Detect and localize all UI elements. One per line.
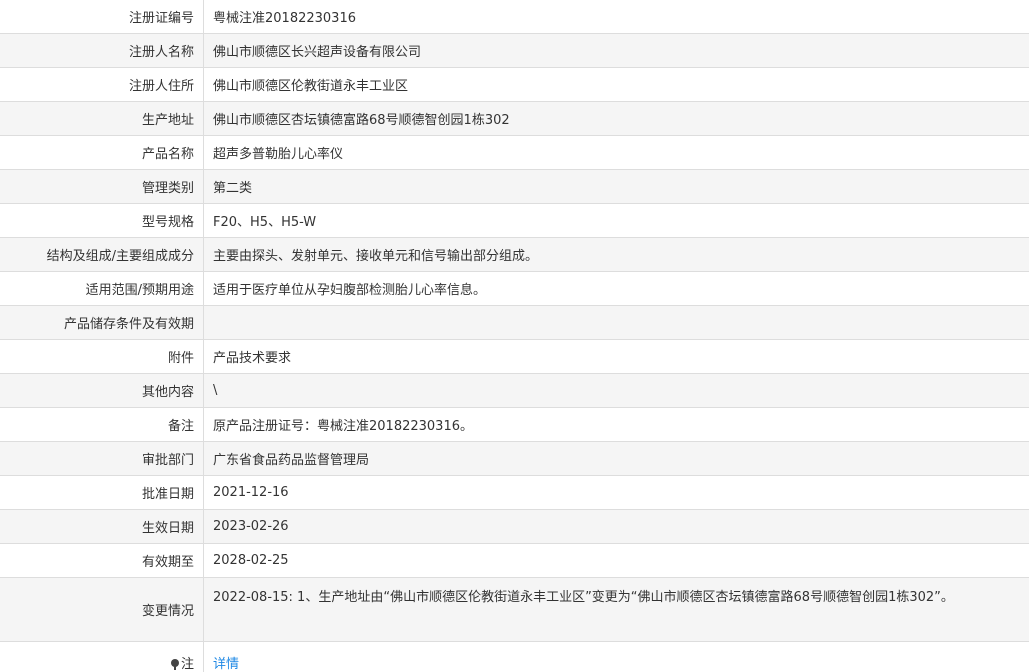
table-row: 备注 原产品注册证号：粤械注准20182230316。 xyxy=(0,408,1029,442)
row-value: 佛山市顺德区长兴超声设备有限公司 xyxy=(204,34,1029,68)
row-value: 2022-08-15: 1、生产地址由“佛山市顺德区伦教街道永丰工业区”变更为“… xyxy=(204,578,1029,642)
row-value: 原产品注册证号：粤械注准20182230316。 xyxy=(204,408,1029,442)
pin-icon xyxy=(171,659,179,667)
details-link[interactable]: 详情 xyxy=(213,657,239,672)
row-label: 其他内容 xyxy=(0,374,204,408)
row-label: 管理类别 xyxy=(0,170,204,204)
note-label: 注 xyxy=(181,657,194,672)
row-value: 广东省食品药品监督管理局 xyxy=(204,442,1029,476)
table-row: 结构及组成/主要组成成分 主要由探头、发射单元、接收单元和信号输出部分组成。 xyxy=(0,238,1029,272)
table-row: 管理类别 第二类 xyxy=(0,170,1029,204)
table-row: 型号规格 F20、H5、H5-W xyxy=(0,204,1029,238)
table-row: 有效期至 2028-02-25 xyxy=(0,544,1029,578)
table-row: 附件 产品技术要求 xyxy=(0,340,1029,374)
row-value: 佛山市顺德区伦教街道永丰工业区 xyxy=(204,68,1029,102)
row-value: F20、H5、H5-W xyxy=(204,204,1029,238)
row-value: 适用于医疗单位从孕妇腹部检测胎儿心率信息。 xyxy=(204,272,1029,306)
table-row: 变更情况 2022-08-15: 1、生产地址由“佛山市顺德区伦教街道永丰工业区… xyxy=(0,578,1029,642)
row-label: 注册人名称 xyxy=(0,34,204,68)
row-label: 型号规格 xyxy=(0,204,204,238)
table-row: 产品名称 超声多普勒胎儿心率仪 xyxy=(0,136,1029,170)
row-value: 佛山市顺德区杏坛镇德富路68号顺德智创园1栋302 xyxy=(204,102,1029,136)
row-label: 结构及组成/主要组成成分 xyxy=(0,238,204,272)
row-label: 产品名称 xyxy=(0,136,204,170)
row-label: 产品储存条件及有效期 xyxy=(0,306,204,340)
row-label: 批准日期 xyxy=(0,476,204,510)
table-row: 注册证编号 粤械注准20182230316 xyxy=(0,0,1029,34)
row-label: 备注 xyxy=(0,408,204,442)
table-row: 其他内容 \ xyxy=(0,374,1029,408)
row-value: 主要由探头、发射单元、接收单元和信号输出部分组成。 xyxy=(204,238,1029,272)
row-value: 2023-02-26 xyxy=(204,510,1029,544)
row-label: 变更情况 xyxy=(0,578,204,642)
table-row: 注册人名称 佛山市顺德区长兴超声设备有限公司 xyxy=(0,34,1029,68)
row-value: 产品技术要求 xyxy=(204,340,1029,374)
row-value: 2028-02-25 xyxy=(204,544,1029,578)
row-label: 审批部门 xyxy=(0,442,204,476)
note-row: 注 详情 xyxy=(0,642,1029,672)
note-label-cell: 注 xyxy=(0,642,204,672)
row-value xyxy=(204,306,1029,340)
row-label: 生效日期 xyxy=(0,510,204,544)
row-value: 粤械注准20182230316 xyxy=(204,0,1029,34)
table-row: 生产地址 佛山市顺德区杏坛镇德富路68号顺德智创园1栋302 xyxy=(0,102,1029,136)
row-label: 注册证编号 xyxy=(0,0,204,34)
table-row: 适用范围/预期用途 适用于医疗单位从孕妇腹部检测胎儿心率信息。 xyxy=(0,272,1029,306)
table-row: 生效日期 2023-02-26 xyxy=(0,510,1029,544)
table-row: 审批部门 广东省食品药品监督管理局 xyxy=(0,442,1029,476)
row-value: 第二类 xyxy=(204,170,1029,204)
row-label: 注册人住所 xyxy=(0,68,204,102)
table-row: 批准日期 2021-12-16 xyxy=(0,476,1029,510)
row-label: 有效期至 xyxy=(0,544,204,578)
row-value: 2021-12-16 xyxy=(204,476,1029,510)
row-label: 适用范围/预期用途 xyxy=(0,272,204,306)
row-value: 超声多普勒胎儿心率仪 xyxy=(204,136,1029,170)
table-row: 产品储存条件及有效期 xyxy=(0,306,1029,340)
registration-detail-table: 注册证编号 粤械注准20182230316 注册人名称 佛山市顺德区长兴超声设备… xyxy=(0,0,1029,672)
row-label: 附件 xyxy=(0,340,204,374)
note-value-cell: 详情 xyxy=(204,642,1029,672)
table-row: 注册人住所 佛山市顺德区伦教街道永丰工业区 xyxy=(0,68,1029,102)
row-label: 生产地址 xyxy=(0,102,204,136)
row-value: \ xyxy=(204,374,1029,408)
